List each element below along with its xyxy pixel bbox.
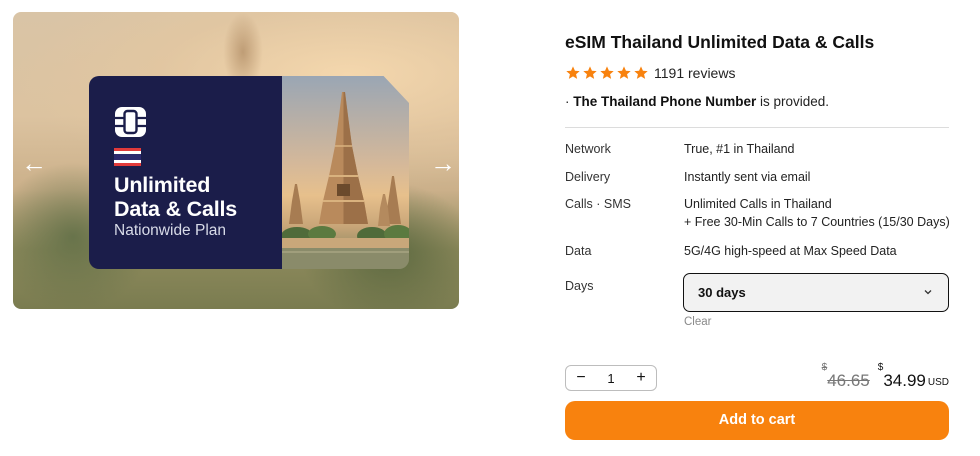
star-icon [634, 66, 648, 79]
original-price: $46.65 [821, 362, 870, 390]
spec-label-days: Days [565, 279, 594, 293]
spec-label-data: Data [565, 244, 592, 258]
star-rating [565, 65, 649, 81]
spec-label-calls: Calls · SMS [565, 197, 631, 211]
esim-product-card-image: Unlimited Data & Calls Nationwide Plan [89, 76, 409, 269]
spec-value-delivery: Instantly sent via email [684, 170, 811, 184]
days-selected-value: 30 days [698, 285, 746, 300]
card-navy-panel: Unlimited Data & Calls Nationwide Plan [89, 76, 282, 269]
phone-number-note: · The Thailand Phone Number is provided. [565, 94, 830, 109]
add-to-cart-button[interactable]: Add to cart [565, 401, 949, 440]
chevron-down-icon [924, 290, 932, 295]
spec-label-delivery: Delivery [565, 170, 611, 184]
product-title: eSIM Thailand Unlimited Data & Calls [565, 32, 875, 52]
clear-selection-link[interactable]: Clear [684, 316, 711, 328]
temple-illustration [282, 92, 409, 269]
decrease-quantity-button[interactable]: − [566, 366, 596, 390]
note-bold-text: The Thailand Phone Number [573, 94, 757, 109]
card-title: Unlimited Data & Calls [114, 173, 238, 221]
sim-chip-icon [115, 107, 146, 137]
card-subtitle: Nationwide Plan [114, 222, 227, 239]
star-icon [583, 66, 597, 79]
days-select[interactable]: 30 days [683, 273, 949, 312]
quantity-value[interactable]: 1 [596, 371, 626, 386]
currency-code: USD [927, 377, 949, 388]
sale-price: $34.99 [877, 362, 926, 390]
gallery-next-arrow-icon[interactable]: → [428, 148, 458, 178]
thailand-flag-icon [114, 148, 141, 166]
price-block: $46.65 $34.99 USD [821, 362, 949, 391]
divider [565, 127, 949, 128]
spec-label-network: Network [565, 142, 611, 156]
star-icon [600, 66, 614, 79]
spec-value-calls: Unlimited Calls in Thailand + Free 30-Mi… [684, 197, 950, 229]
reviews-count-link[interactable]: 1191 reviews [654, 65, 735, 81]
increase-quantity-button[interactable]: + [626, 366, 656, 390]
star-icon [617, 66, 631, 79]
rating-row[interactable]: 1191 reviews [565, 63, 735, 83]
spec-value-network: True, #1 in Thailand [684, 142, 795, 156]
star-icon [566, 66, 580, 79]
product-image-gallery: ← → Unlimited Data & Calls Nationwide Pl… [13, 12, 459, 309]
gallery-prev-arrow-icon[interactable]: ← [19, 148, 49, 178]
spec-value-data: 5G/4G high-speed at Max Speed Data [684, 244, 897, 258]
temple-photo [282, 76, 409, 269]
quantity-stepper: − 1 + [565, 365, 657, 391]
